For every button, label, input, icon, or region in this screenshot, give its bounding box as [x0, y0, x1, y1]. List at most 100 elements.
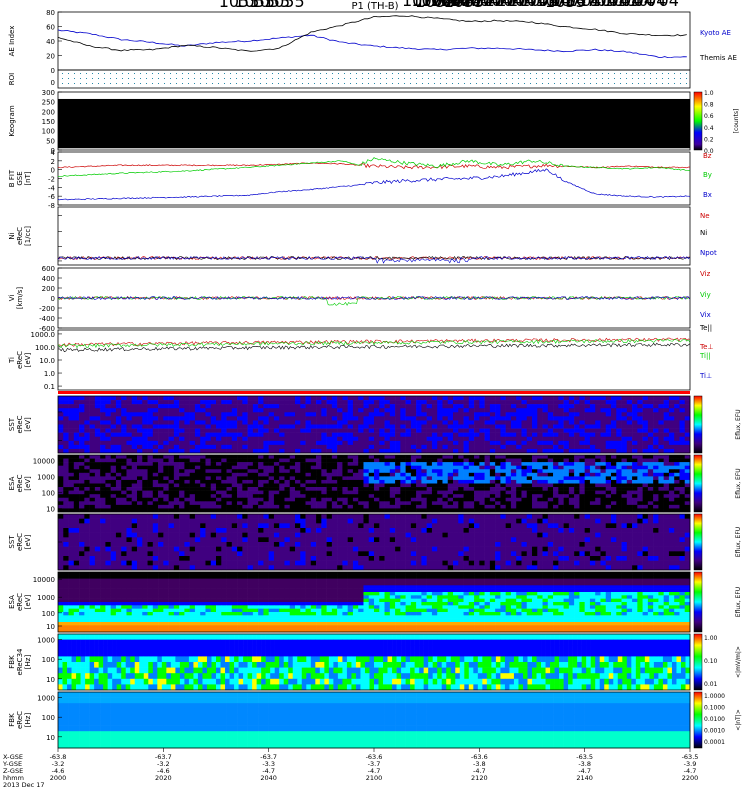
- esa_e-pixel: [89, 494, 96, 499]
- sst_e-pixel: [389, 408, 396, 413]
- sst_e-pixel: [605, 420, 612, 425]
- esa_e-pixel: [284, 465, 291, 470]
- sst_i-pixel: [179, 528, 185, 533]
- sst_i-pixel: [263, 532, 269, 538]
- sst_e-pixel: [363, 412, 370, 417]
- density-ylabel: Ni: [8, 232, 16, 239]
- sst_e-pixel: [242, 396, 248, 401]
- esa_e-pixel: [68, 469, 75, 474]
- roi-dot: [614, 73, 615, 74]
- esa_e-pixel: [542, 458, 549, 463]
- esa_e-pixel: [152, 490, 159, 495]
- esa_e-pixel: [279, 487, 285, 491]
- sst_e-pixel: [137, 444, 143, 450]
- sst_i-pixel: [179, 537, 185, 543]
- sst_e-pixel: [679, 436, 686, 442]
- esa_e-pixel: [421, 479, 427, 484]
- esa_e-pixel: [405, 479, 412, 484]
- sst_i-pixel: [273, 514, 280, 519]
- esa_e-pixel: [595, 479, 601, 484]
- esa_e-pixel: [326, 476, 333, 481]
- roi-dot: [680, 83, 681, 84]
- sst_e-pixel: [137, 404, 143, 409]
- esa_e-pixel: [121, 501, 127, 506]
- esa_e-pixel: [300, 483, 306, 488]
- sst_e-pixel: [595, 412, 601, 417]
- sst_e-pixel: [663, 436, 670, 442]
- sst_e-pixel: [574, 436, 580, 442]
- esa_e-pixel: [268, 462, 275, 466]
- sst_i-pixel: [221, 537, 227, 543]
- sst_i-pixel: [389, 542, 396, 547]
- esa_e-pixel: [205, 465, 212, 470]
- esa_e-pixel: [84, 494, 90, 499]
- temperature-ytick-label: 100.0: [35, 344, 55, 352]
- sst_e-pixel: [273, 400, 280, 405]
- roi-dot: [320, 78, 321, 79]
- sst_i-pixel: [495, 537, 501, 543]
- esa_e-pixel: [142, 483, 148, 488]
- esa_e-pixel: [189, 455, 196, 459]
- sst_e-pixel: [247, 444, 254, 450]
- esa_e-pixel: [152, 501, 159, 506]
- sst_e-pixel: [337, 404, 343, 409]
- sst_i-pixel: [605, 523, 612, 529]
- esa_e-pixel: [258, 497, 264, 502]
- sst_e-pixel: [226, 432, 233, 438]
- sst_e-pixel: [342, 408, 348, 413]
- sst_i-pixel: [368, 546, 375, 552]
- esa_e-pixel: [463, 458, 470, 463]
- roi-dot: [530, 73, 531, 74]
- roi-dot: [272, 73, 273, 74]
- roi-dot: [344, 83, 345, 84]
- esa_e-pixel: [479, 458, 485, 463]
- esa_e-pixel: [374, 469, 380, 474]
- sst_i-pixel: [458, 542, 464, 547]
- esa_e-pixel: [484, 458, 491, 463]
- esa_e-pixel: [263, 472, 269, 477]
- roi-dot: [674, 78, 675, 79]
- roi-dot: [68, 78, 69, 79]
- sst_i-pixel: [289, 528, 296, 533]
- sst_i-pixel: [558, 514, 564, 519]
- sst_e-pixel: [547, 436, 554, 442]
- sst_e-pixel: [684, 400, 691, 405]
- esa_e-pixel: [258, 501, 264, 506]
- sst_i-pixel: [216, 523, 222, 529]
- sst_e-pixel: [505, 404, 512, 409]
- sst_i-pixel: [158, 523, 164, 529]
- sst_i-pixel: [679, 528, 686, 533]
- esa_e-pixel: [453, 462, 459, 466]
- esa_e-pixel: [58, 494, 64, 499]
- sst_e-pixel: [137, 440, 143, 446]
- esa_e-pixel: [126, 469, 133, 474]
- esa_e-pixel: [621, 504, 628, 509]
- sst_e-pixel: [231, 444, 238, 450]
- sst_i-pixel: [326, 523, 333, 529]
- sst_e-pixel: [184, 396, 190, 401]
- sst_e-pixel: [184, 440, 190, 446]
- sst_e-pixel: [289, 420, 296, 425]
- esa_e-pixel: [63, 497, 69, 502]
- sst_e-pixel: [258, 428, 264, 433]
- esa_e-pixel: [226, 455, 233, 459]
- esa_e-pixel: [252, 497, 259, 502]
- sst_i-pixel: [242, 523, 248, 529]
- esa_e-pixel: [584, 479, 591, 484]
- roi-dot: [536, 83, 537, 84]
- esa_e-pixel: [663, 462, 670, 466]
- esa_e-pixel: [352, 476, 359, 481]
- sst_e-pixel: [189, 400, 196, 405]
- esa_e-pixel: [379, 465, 385, 470]
- sst_e-pixel: [626, 408, 633, 413]
- esa_e-pixel: [137, 497, 143, 502]
- sst_e-pixel: [216, 416, 222, 421]
- sst_e-pixel: [58, 404, 64, 409]
- sst_e-pixel: [94, 412, 101, 417]
- esa_e-pixel: [405, 455, 412, 459]
- esa_e-pixel: [405, 490, 412, 495]
- esa_e-pixel: [205, 501, 212, 506]
- sst_e-pixel: [147, 424, 154, 429]
- sst_i-pixel: [258, 546, 264, 552]
- sst_e-pixel: [110, 408, 117, 413]
